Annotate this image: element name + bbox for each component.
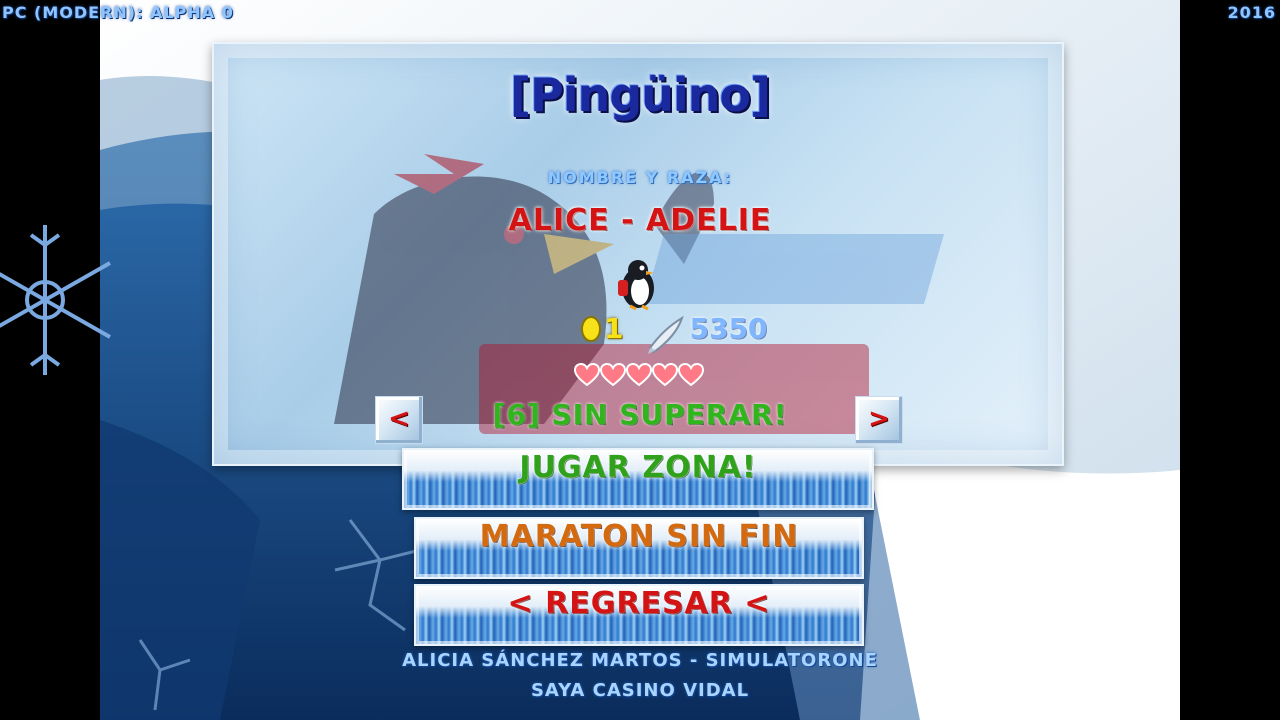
snowflake-icon: [0, 225, 111, 375]
collectibles-counter: 1 5350: [580, 310, 767, 346]
lives-hearts: [574, 362, 704, 388]
level-status: [6] SIN SUPERAR!: [492, 398, 788, 431]
egg-count: 1: [604, 311, 624, 345]
page-title: [Pingüino]: [509, 68, 771, 122]
fish-count: 5350: [689, 311, 768, 345]
credits-line-2: SAYA CASINO VIDAL: [530, 680, 750, 701]
endless-marathon-button[interactable]: MARATON SIN FIN: [414, 517, 864, 579]
name-race-label: NOMBRE Y RAZA:: [547, 168, 733, 187]
egg-icon: [581, 316, 601, 342]
credits-line-1: ALICIA SÁNCHEZ MARTOS - SIMULATORONE: [402, 650, 878, 671]
play-zone-button[interactable]: JUGAR ZONA!: [402, 448, 874, 510]
penguin-avatar: [618, 260, 654, 310]
heart-icon: [678, 362, 704, 387]
platform-version-label: PC (MODERN): ALPHA 0: [2, 3, 234, 22]
year-label: 2016: [1227, 3, 1276, 22]
heart-icon: [600, 362, 626, 387]
penguin-name-race: ALICE - ADELIE: [508, 203, 772, 238]
heart-icon: [574, 362, 600, 387]
heart-icon: [626, 362, 652, 387]
heart-icon: [652, 362, 678, 387]
back-button[interactable]: < REGRESAR <: [414, 584, 864, 646]
